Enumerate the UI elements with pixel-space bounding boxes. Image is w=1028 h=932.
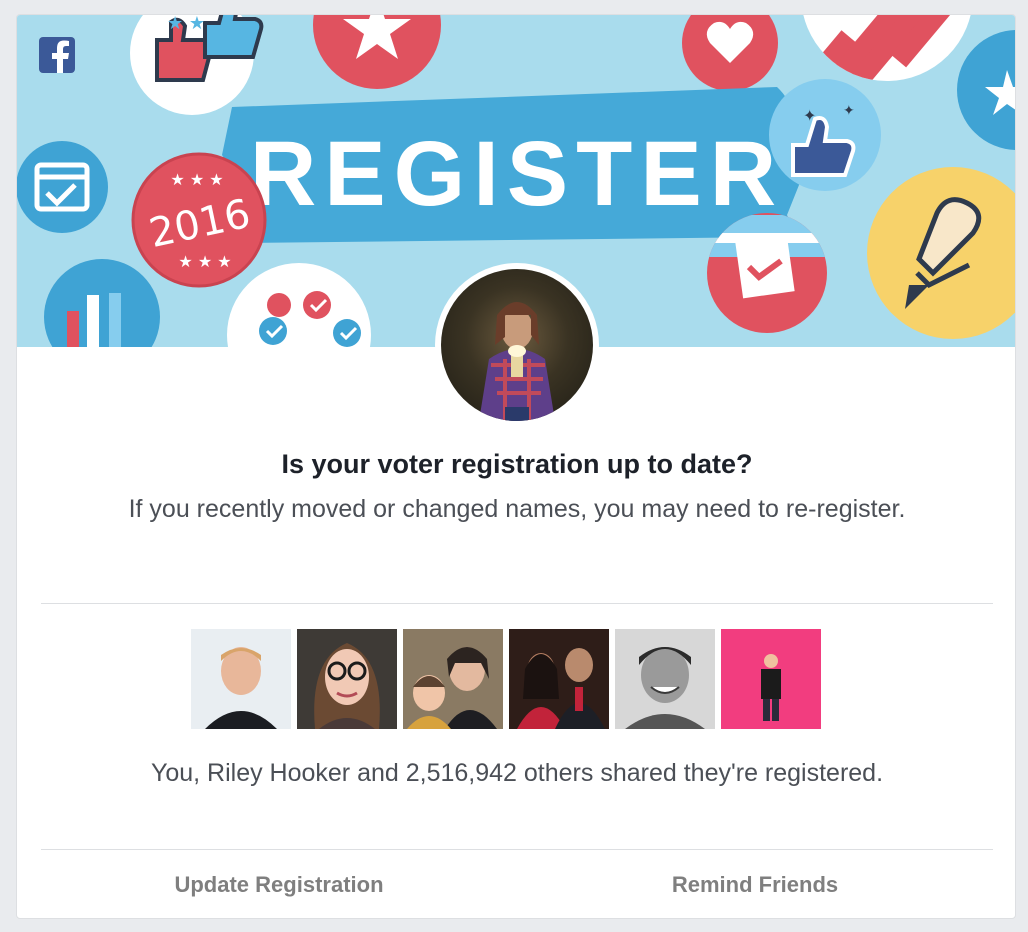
ballot-check-badge-icon	[707, 213, 827, 333]
heart-badge-icon	[682, 15, 778, 91]
friends-avatar-row	[191, 629, 821, 729]
svg-text:✦: ✦	[843, 103, 855, 119]
registration-headline: Is your voter registration up to date?	[281, 449, 753, 479]
thumbs-up-badge-icon: ★ ★	[130, 15, 264, 115]
remind-friends-button[interactable]: Remind Friends	[555, 865, 955, 905]
thumbs-up-badge-right-icon: ✦ ✦	[769, 79, 881, 191]
friend-photo[interactable]	[297, 629, 397, 729]
svg-text:✦: ✦	[803, 106, 816, 125]
divider-bottom	[41, 849, 993, 850]
registration-subtext: If you recently moved or changed names, …	[128, 495, 906, 523]
divider-top	[41, 603, 993, 604]
calendar-check-badge-icon	[17, 141, 108, 233]
checkmarks-badge-icon	[227, 263, 371, 347]
register-title: REGISTER	[250, 123, 784, 225]
voter-registration-card: ★ ★ REGISTER 2016 ★ ★ ★ ★ ★ ★ ✦ ✦ Is you…	[16, 14, 1016, 919]
star-badge-icon	[313, 15, 441, 89]
update-registration-button[interactable]: Update Registration	[79, 865, 479, 905]
avatar-photo	[441, 269, 593, 421]
register-ribbon: REGISTER	[222, 87, 807, 243]
svg-text:★ ★ ★: ★ ★ ★	[178, 252, 231, 271]
shared-registration-text: You, Riley Hooker and 2,516,942 others s…	[150, 759, 884, 787]
facebook-logo-icon	[39, 37, 75, 73]
raised-hands-badge-icon	[44, 259, 160, 347]
year-2016-badge-icon: 2016 ★ ★ ★ ★ ★ ★	[131, 152, 267, 288]
svg-text:★ ★: ★ ★	[167, 15, 205, 34]
friend-photo[interactable]	[615, 629, 715, 729]
star-badge-right-icon	[957, 30, 1015, 150]
pencil-heart-badge-icon	[867, 167, 1015, 339]
friend-photo[interactable]	[191, 629, 291, 729]
action-bar: Update Registration Remind Friends	[17, 865, 1015, 905]
svg-text:★ ★ ★: ★ ★ ★	[170, 170, 223, 189]
profile-avatar	[435, 263, 599, 427]
friend-photo[interactable]	[403, 629, 503, 729]
friend-photo[interactable]	[721, 629, 821, 729]
friend-photo[interactable]	[509, 629, 609, 729]
